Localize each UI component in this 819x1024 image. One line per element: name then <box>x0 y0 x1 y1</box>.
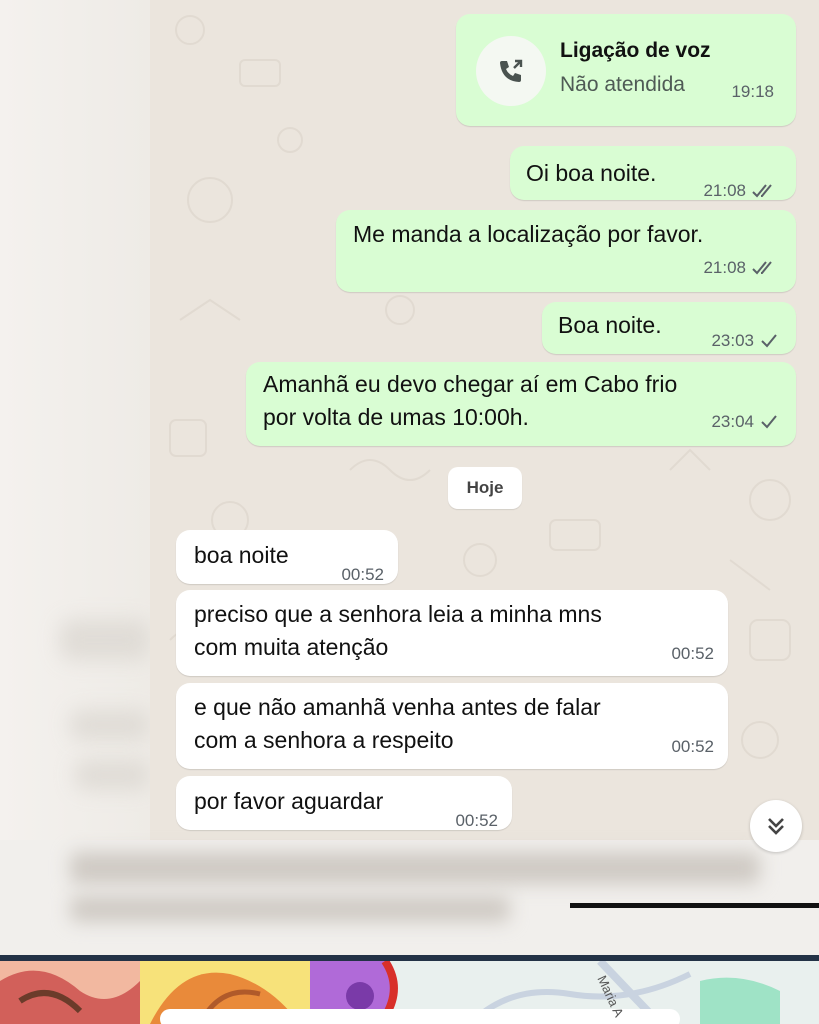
message-time: 00:52 <box>671 644 714 663</box>
message-text-line-2: com a senhora a respeito <box>194 727 454 753</box>
message-text-line-1: preciso que a senhora leia a minha mns <box>194 601 602 627</box>
blurred-bottom-region <box>0 840 819 955</box>
scroll-to-bottom-button[interactable] <box>750 800 802 852</box>
message-text: Me manda a localização por favor. <box>353 221 704 247</box>
message-time: 23:04 <box>711 412 754 431</box>
outgoing-message[interactable]: Oi boa noite. 21:08 <box>510 146 796 200</box>
date-separator: Hoje <box>448 467 522 509</box>
check-icon <box>761 333 777 347</box>
message-time: 23:03 <box>711 331 754 350</box>
message-text: por favor aguardar <box>194 788 384 814</box>
double-check-icon <box>752 183 772 197</box>
incoming-message[interactable]: por favor aguardar 00:52 <box>176 776 512 830</box>
chat-area[interactable]: Ligação de voz Não atendida 19:18 Oi boa… <box>150 0 819 840</box>
message-text-line-2: com muita atenção <box>194 634 389 660</box>
message-time: 21:08 <box>703 258 746 277</box>
message-time: 21:08 <box>703 181 746 200</box>
message-text-line-2: por volta de umas 10:00h. <box>263 404 529 430</box>
message-text-line-1: Amanhã eu devo chegar aí em Cabo frio <box>263 371 678 397</box>
divider-line <box>570 903 819 908</box>
message-time: 19:18 <box>731 82 774 101</box>
outgoing-message[interactable]: Me manda a localização por favor. 21:08 <box>336 210 796 292</box>
message-text: boa noite <box>194 542 289 568</box>
call-status: Não atendida <box>560 73 685 96</box>
message-text: Oi boa noite. <box>526 160 657 186</box>
bottom-banner: Maria A <box>0 961 819 1024</box>
message-time: 00:52 <box>671 737 714 756</box>
incoming-message[interactable]: boa noite 00:52 <box>176 530 398 584</box>
double-check-icon <box>752 260 772 274</box>
incoming-message[interactable]: preciso que a senhora leia a minha mns c… <box>176 590 728 676</box>
outgoing-message[interactable]: Boa noite. 23:03 <box>542 302 796 354</box>
illustration-strip <box>0 961 819 1024</box>
double-chevron-down-icon <box>768 818 784 835</box>
message-time: 00:52 <box>341 565 384 584</box>
message-time: 00:52 <box>455 811 498 830</box>
check-icon <box>761 414 777 428</box>
message-text: Boa noite. <box>558 312 662 338</box>
missed-call-icon <box>476 36 546 106</box>
missed-call-bubble[interactable]: Ligação de voz Não atendida 19:18 <box>456 14 796 126</box>
incoming-message[interactable]: e que não amanhã venha antes de falar co… <box>176 683 728 769</box>
call-title: Ligação de voz <box>560 39 711 62</box>
outgoing-message[interactable]: Amanhã eu devo chegar aí em Cabo frio po… <box>246 362 796 446</box>
message-text-line-1: e que não amanhã venha antes de falar <box>194 694 601 720</box>
